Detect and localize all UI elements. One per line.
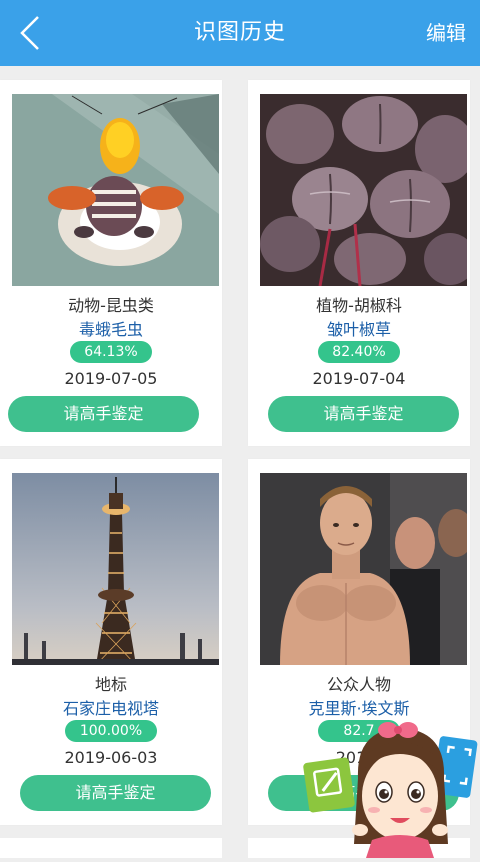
result-date: 2019-06-03 xyxy=(64,748,158,767)
expert-identify-button[interactable]: 请高手鉴定 xyxy=(268,396,459,432)
confidence-badge: 100.00% xyxy=(65,720,157,742)
history-card[interactable]: 动物-昆虫类 毒蛾毛虫 64.13% 2019-07-05 请高手鉴定 xyxy=(0,80,222,446)
result-category: 公众人物 xyxy=(326,675,391,694)
result-category: 地标 xyxy=(94,675,127,694)
result-date: 2019-07-04 xyxy=(312,369,406,388)
result-image xyxy=(260,473,467,665)
confidence-badge: 64.13% xyxy=(70,341,152,363)
result-category: 植物-胡椒科 xyxy=(316,296,402,315)
result-image xyxy=(12,94,219,286)
edit-icon xyxy=(303,757,355,813)
history-card[interactable]: 地标 石家庄电视塔 100.00% 2019-06-03 请高手鉴定 xyxy=(0,459,222,825)
confidence-badge: 82.40% xyxy=(318,341,400,363)
list-bottom-edge xyxy=(0,838,222,858)
result-image xyxy=(260,94,467,286)
result-name[interactable]: 石家庄电视塔 xyxy=(0,695,222,719)
history-card[interactable]: 植物-胡椒科 皱叶椒草 82.40% 2019-07-04 请高手鉴定 xyxy=(248,80,470,446)
expert-identify-button[interactable]: 请高手鉴定 xyxy=(20,775,211,811)
result-name[interactable]: 毒蛾毛虫 xyxy=(0,316,222,340)
expert-identify-button[interactable]: 请高手鉴定 xyxy=(8,396,199,432)
result-name[interactable]: 克里斯·埃文斯 xyxy=(248,695,470,719)
page-title: 识图历史 xyxy=(193,20,286,45)
result-image xyxy=(12,473,219,665)
result-name[interactable]: 皱叶椒草 xyxy=(248,316,470,340)
title-bar: 识图历史 编辑 xyxy=(0,0,480,66)
assistant-mascot[interactable] xyxy=(300,718,480,858)
result-category: 动物-昆虫类 xyxy=(68,296,154,315)
result-date: 2019-07-05 xyxy=(64,369,158,388)
edit-button[interactable]: 编辑 xyxy=(426,0,466,66)
